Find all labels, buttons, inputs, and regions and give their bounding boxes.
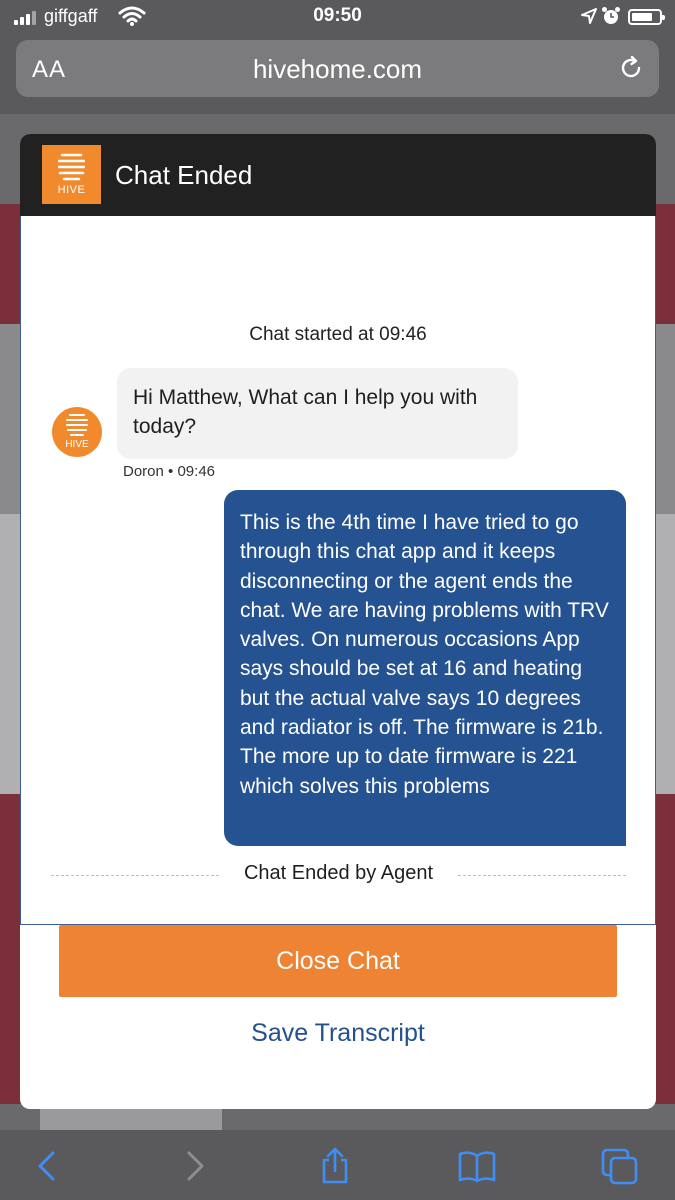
- tabs-button[interactable]: [600, 1146, 640, 1186]
- chat-title: Chat Ended: [115, 160, 253, 190]
- alarm-icon: [602, 7, 620, 24]
- chat-ended-label: Chat Ended by Agent: [243, 862, 434, 884]
- hive-logo-icon: [58, 153, 85, 181]
- back-button[interactable]: [28, 1146, 68, 1186]
- browser-address-area: AA hivehome.com: [0, 34, 675, 114]
- url-text[interactable]: hivehome.com: [16, 54, 659, 85]
- location-icon: [581, 8, 597, 24]
- close-chat-button[interactable]: Close Chat: [59, 925, 617, 997]
- chat-started-label: Chat started at 09:46: [249, 324, 427, 345]
- meta-separator: •: [168, 463, 174, 480]
- reload-icon[interactable]: [617, 54, 645, 82]
- tabs-icon[interactable]: [600, 1146, 640, 1186]
- battery-icon: [628, 9, 665, 25]
- avatar-logo-text: HIVE: [65, 439, 89, 450]
- agent-name: Doron: [123, 463, 164, 480]
- forward-button[interactable]: [174, 1146, 214, 1186]
- agent-message-time: 09:46: [177, 463, 216, 480]
- share-button[interactable]: [315, 1146, 355, 1186]
- agent-avatar: HIVE: [52, 407, 102, 457]
- share-icon[interactable]: [315, 1146, 355, 1186]
- save-transcript-link[interactable]: Save Transcript: [20, 1019, 656, 1048]
- chat-header: HIVE Chat Ended: [20, 134, 656, 216]
- agent-message: Hi Matthew, What can I help you with tod…: [117, 368, 518, 459]
- hive-avatar-icon: [66, 414, 88, 436]
- chat-transcript[interactable]: Chat started at 09:46 HIVE Hi Matthew, W…: [20, 216, 656, 925]
- forward-icon[interactable]: [174, 1146, 214, 1186]
- hive-logo: HIVE: [42, 145, 101, 204]
- status-bar: giffgaff 09:50: [0, 0, 675, 34]
- agent-message-meta: Doron • 09:46: [123, 463, 215, 480]
- bookmarks-button[interactable]: [457, 1146, 497, 1186]
- back-icon[interactable]: [28, 1146, 68, 1186]
- chat-window: HIVE Chat Ended Chat started at 09:46 HI…: [20, 134, 656, 1109]
- status-time: 09:50: [313, 5, 362, 26]
- hive-logo-text: HIVE: [57, 184, 86, 196]
- browser-toolbar: [0, 1130, 675, 1200]
- bookmarks-icon[interactable]: [457, 1146, 497, 1186]
- address-bar[interactable]: AA hivehome.com: [16, 40, 659, 97]
- divider-line-right: [458, 875, 626, 876]
- chat-ended-divider: Chat Ended by Agent: [51, 860, 626, 890]
- user-message: This is the 4th time I have tried to go …: [224, 490, 626, 846]
